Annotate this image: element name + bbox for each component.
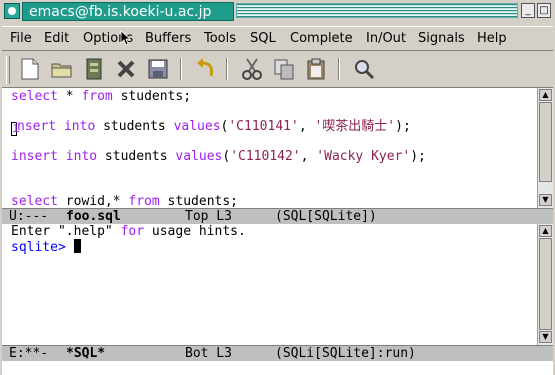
mode-line[interactable]: E:**- *SQL* Bot L3 (SQLi[SQLite]:run) (2, 345, 553, 361)
sqli-scrollbar[interactable]: ▲ ▼ (537, 224, 553, 345)
menu-help[interactable]: Help (477, 31, 507, 46)
title-bar-drag-area[interactable] (236, 3, 518, 18)
menu-tools[interactable]: Tools (204, 31, 236, 46)
search-icon[interactable] (352, 57, 376, 81)
buffer-name: *SQL* (66, 346, 106, 361)
dired-icon[interactable] (82, 57, 106, 81)
cut-icon[interactable] (240, 57, 264, 81)
close-icon[interactable] (114, 57, 138, 81)
minimize-button[interactable]: _ (521, 3, 535, 18)
menu-buffers[interactable]: Buffers (145, 31, 191, 46)
toolbar-separator (226, 58, 228, 80)
toolbar-separator (338, 58, 340, 80)
menu-signals[interactable]: Signals (418, 31, 465, 46)
menubar: File Edit Options Buffers Tools SQL Comp… (2, 26, 553, 51)
buffer-status: U:--- (9, 209, 49, 224)
editor-scrollbar[interactable]: ▲ ▼ (537, 88, 553, 208)
buffer-name: foo.sql (66, 209, 121, 224)
buffer-position: Bot L3 (185, 346, 232, 361)
text-cursor (73, 239, 81, 253)
sqli-pane[interactable]: Enter ".help" for usage hints. sqlite> (2, 224, 537, 345)
scrollbar-thumb[interactable] (539, 238, 552, 330)
output-line: Enter ".help" for usage hints. (11, 224, 246, 239)
menu-sql[interactable]: SQL (250, 31, 276, 46)
echo-area[interactable] (2, 361, 553, 375)
buffer-position: Top L3 (185, 209, 232, 224)
menu-in-out[interactable]: In/Out (366, 31, 406, 46)
window-menu-icon[interactable] (4, 3, 20, 19)
mouse-pointer-icon (120, 30, 132, 46)
toolbar-grip[interactable] (6, 56, 10, 84)
scroll-up-arrow-icon[interactable]: ▲ (539, 89, 552, 101)
menu-edit[interactable]: Edit (44, 31, 69, 46)
code-line: select * from students; (11, 89, 192, 104)
menu-complete[interactable]: Complete (290, 31, 353, 46)
prompt-line[interactable]: sqlite> (11, 239, 81, 256)
scrollbar-thumb[interactable] (539, 102, 552, 182)
scroll-down-arrow-icon[interactable]: ▼ (539, 194, 552, 206)
new-file-icon[interactable] (18, 57, 42, 81)
major-mode: (SQL[SQLite]) (275, 209, 377, 224)
maximize-button[interactable]: □ (537, 3, 551, 18)
toolbar (2, 52, 553, 88)
code-line: insert into students values('C110141', '… (11, 119, 411, 136)
code-line: insert into students values('C110142', '… (11, 149, 426, 164)
scroll-down-arrow-icon[interactable]: ▼ (539, 331, 552, 343)
buffer-status: E:**- (9, 346, 49, 361)
copy-icon[interactable] (272, 57, 296, 81)
scroll-up-arrow-icon[interactable]: ▲ (539, 225, 552, 237)
sqlite-prompt: sqlite> (11, 240, 66, 255)
undo-icon[interactable] (194, 57, 218, 81)
save-icon[interactable] (146, 57, 170, 81)
menu-file[interactable]: File (10, 31, 32, 46)
open-folder-icon[interactable] (50, 57, 74, 81)
paste-icon[interactable] (304, 57, 328, 81)
major-mode: (SQLi[SQLite]:run) (275, 346, 416, 361)
mode-line[interactable]: U:--- foo.sql Top L3 (SQL[SQLite]) (2, 208, 553, 224)
toolbar-separator (180, 58, 182, 80)
editor-pane[interactable]: select * from students; insert into stud… (2, 88, 537, 209)
window-title: emacs@fb.is.koeki-u.ac.jp (22, 2, 234, 21)
